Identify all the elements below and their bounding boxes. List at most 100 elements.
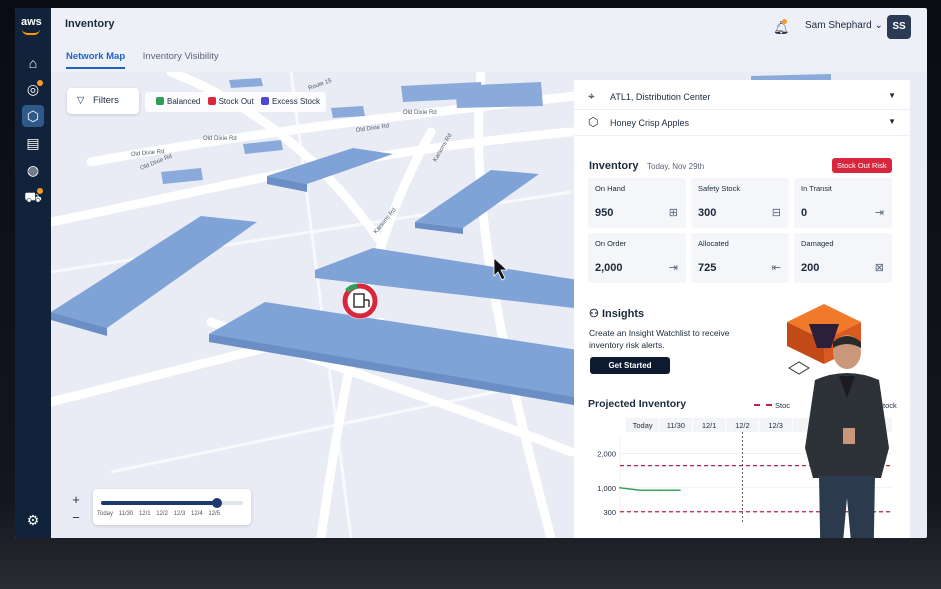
notification-dot bbox=[37, 188, 43, 194]
map-legend: Balanced Stock Out Excess Stock bbox=[145, 92, 326, 112]
chevron-down-icon: ▼ bbox=[888, 91, 896, 100]
series-point bbox=[619, 486, 621, 489]
timeline-track[interactable] bbox=[101, 498, 243, 508]
warehouse-marker[interactable] bbox=[342, 283, 378, 319]
tab-bar: Network Map Inventory Visibility bbox=[66, 51, 234, 69]
timeline-handle[interactable] bbox=[212, 498, 223, 508]
tab-inventory-visibility[interactable]: Inventory Visibility bbox=[143, 51, 219, 67]
zoom-out-button[interactable]: − bbox=[67, 508, 85, 527]
x-tick-label: 12/6 bbox=[868, 421, 883, 430]
metric-label: Safety Stock bbox=[698, 184, 741, 193]
timeline-date: 11/30 bbox=[118, 511, 134, 517]
zoom-in-button[interactable]: + bbox=[67, 490, 85, 509]
globe-icon[interactable]: ◍ bbox=[22, 159, 44, 181]
bell-icon[interactable]: 🔔︎ bbox=[773, 19, 790, 36]
series-point bbox=[639, 489, 641, 492]
user-name: Sam Shephard bbox=[805, 20, 872, 31]
legend-text: Stock bbox=[878, 401, 897, 410]
transfer-icon: ⇥ bbox=[874, 207, 884, 219]
timeline-slider[interactable]: Today 11/30 12/1 12/2 12/3 12/4 12/5 bbox=[93, 489, 251, 525]
location-value: ATL1, Distribution Center bbox=[610, 92, 711, 102]
transfer-icon: ⇤ bbox=[771, 262, 781, 274]
timeline-date: 12/5 bbox=[208, 511, 221, 517]
filters-button[interactable]: ▽ Filters bbox=[67, 88, 139, 114]
stock-out-swatch bbox=[207, 97, 216, 105]
damaged-icon: ⊠ bbox=[874, 262, 884, 274]
binoculars-icon: ⚇ bbox=[589, 308, 599, 320]
svg-text:Old Dixie Rd: Old Dixie Rd bbox=[403, 110, 437, 116]
metric-value: 200 bbox=[801, 262, 820, 274]
location-select[interactable]: ⌖ ATL1, Distribution Center ▼ bbox=[574, 84, 910, 110]
app-screen: aws ⌂ ◎ ⬡ ▤ ◍ ⛟ ⚙ Inventory 🔔︎ Sam Sheph… bbox=[15, 8, 927, 538]
inventory-date: Today, Nov 29th bbox=[647, 162, 705, 171]
timeline-dates: Today 11/30 12/1 12/2 12/3 12/4 12/5 bbox=[97, 511, 220, 517]
x-tick-label: Today bbox=[633, 421, 653, 430]
product-value: Honey Crisp Apples bbox=[610, 118, 690, 128]
aws-logo: aws bbox=[21, 16, 42, 35]
get-started-button[interactable]: Get Started bbox=[590, 357, 670, 374]
metric-on-hand[interactable]: On Hand 950 ⊞ bbox=[588, 178, 686, 228]
metric-label: Allocated bbox=[698, 239, 729, 248]
grid-icon: ⊟ bbox=[771, 207, 781, 219]
legend-balanced: Balanced bbox=[167, 97, 201, 106]
y-tick-label: 1,000 bbox=[597, 484, 616, 493]
settings-icon[interactable]: ⚙ bbox=[22, 509, 44, 531]
insights-text: Create an Insight Watchlist to receive i… bbox=[589, 328, 730, 350]
timeline-date: 12/1 bbox=[138, 511, 151, 517]
metric-safety-stock[interactable]: Safety Stock 300 ⊟ bbox=[691, 178, 789, 228]
chevron-down-icon: ⌄ bbox=[874, 20, 883, 31]
location-pin-icon: ⌖ bbox=[588, 89, 595, 103]
metric-allocated[interactable]: Allocated 725 ⇤ bbox=[691, 233, 789, 283]
timeline-date: 12/2 bbox=[156, 511, 168, 517]
timeline-fill bbox=[101, 501, 218, 505]
legend-stock-out: Stock Out bbox=[218, 97, 254, 106]
building-icon: ⊞ bbox=[668, 207, 678, 219]
transfer-icon: ⇥ bbox=[668, 262, 678, 274]
metric-damaged[interactable]: Damaged 200 ⊠ bbox=[794, 233, 892, 283]
notification-dot bbox=[37, 80, 43, 86]
timeline-date: 12/4 bbox=[191, 511, 203, 517]
x-tick-label: 12/3 bbox=[768, 421, 783, 430]
metric-value: 2,000 bbox=[595, 262, 623, 274]
box-icon[interactable]: ⬡ bbox=[22, 105, 44, 127]
inventory-panel: ⌖ ATL1, Distribution Center ▼ ⬡ Honey Cr… bbox=[574, 80, 910, 538]
series-line bbox=[619, 487, 680, 491]
timeline-date: Today bbox=[97, 511, 114, 517]
chart-icon[interactable]: ▤ bbox=[22, 132, 44, 154]
excess-stock-swatch bbox=[260, 97, 269, 105]
dashed-line-swatch bbox=[754, 404, 772, 406]
sidebar: aws ⌂ ◎ ⬡ ▤ ◍ ⛟ ⚙ bbox=[15, 8, 51, 538]
legend-text: Stoc bbox=[775, 401, 791, 410]
timeline-date: 12/3 bbox=[173, 511, 186, 517]
metric-on-order[interactable]: On Order 2,000 ⇥ bbox=[588, 233, 686, 283]
filter-icon: ▽ bbox=[77, 95, 85, 106]
svg-text:Old Dixie Rd: Old Dixie Rd bbox=[203, 136, 237, 142]
x-tick-label: 12/2 bbox=[735, 421, 750, 430]
box-icon: ⬡ bbox=[588, 115, 599, 129]
metric-value: 725 bbox=[698, 262, 717, 274]
tab-network-map[interactable]: Network Map bbox=[66, 51, 126, 69]
projected-inventory-chart: Today 11/30 12/1 12/2 12/3 12/6 300 1,000 2,000 bbox=[597, 418, 892, 522]
top-bar: Inventory 🔔︎ Sam Shephard ⌄ SS bbox=[51, 8, 927, 44]
avatar[interactable]: SS bbox=[887, 15, 911, 39]
metric-value: 300 bbox=[698, 207, 717, 219]
y-tick-label: 300 bbox=[603, 508, 616, 517]
notification-dot bbox=[782, 19, 787, 24]
series-point bbox=[678, 489, 681, 492]
x-tick-label: 12/1 bbox=[702, 421, 717, 430]
stage-photo: aws ⌂ ◎ ⬡ ▤ ◍ ⛟ ⚙ Inventory 🔔︎ Sam Sheph… bbox=[0, 0, 941, 589]
user-menu[interactable]: Sam Shephard ⌄ bbox=[805, 20, 883, 31]
metric-in-transit[interactable]: In Transit 0 ⇥ bbox=[794, 178, 892, 228]
inventory-title: Inventory bbox=[589, 160, 639, 172]
status-badge: Stock Out Risk bbox=[832, 158, 892, 173]
metric-value: 0 bbox=[801, 207, 808, 219]
product-select[interactable]: ⬡ Honey Crisp Apples ▼ bbox=[574, 110, 910, 136]
insights-label: Insights bbox=[601, 308, 645, 320]
legend-stock-left: Stoc bbox=[754, 401, 790, 410]
metric-label: In Transit bbox=[801, 184, 832, 193]
metric-label: On Hand bbox=[595, 184, 626, 193]
series-point bbox=[659, 489, 661, 492]
metric-label: Damaged bbox=[801, 239, 834, 248]
filters-label: Filters bbox=[92, 95, 119, 106]
home-icon[interactable]: ⌂ bbox=[22, 52, 44, 74]
